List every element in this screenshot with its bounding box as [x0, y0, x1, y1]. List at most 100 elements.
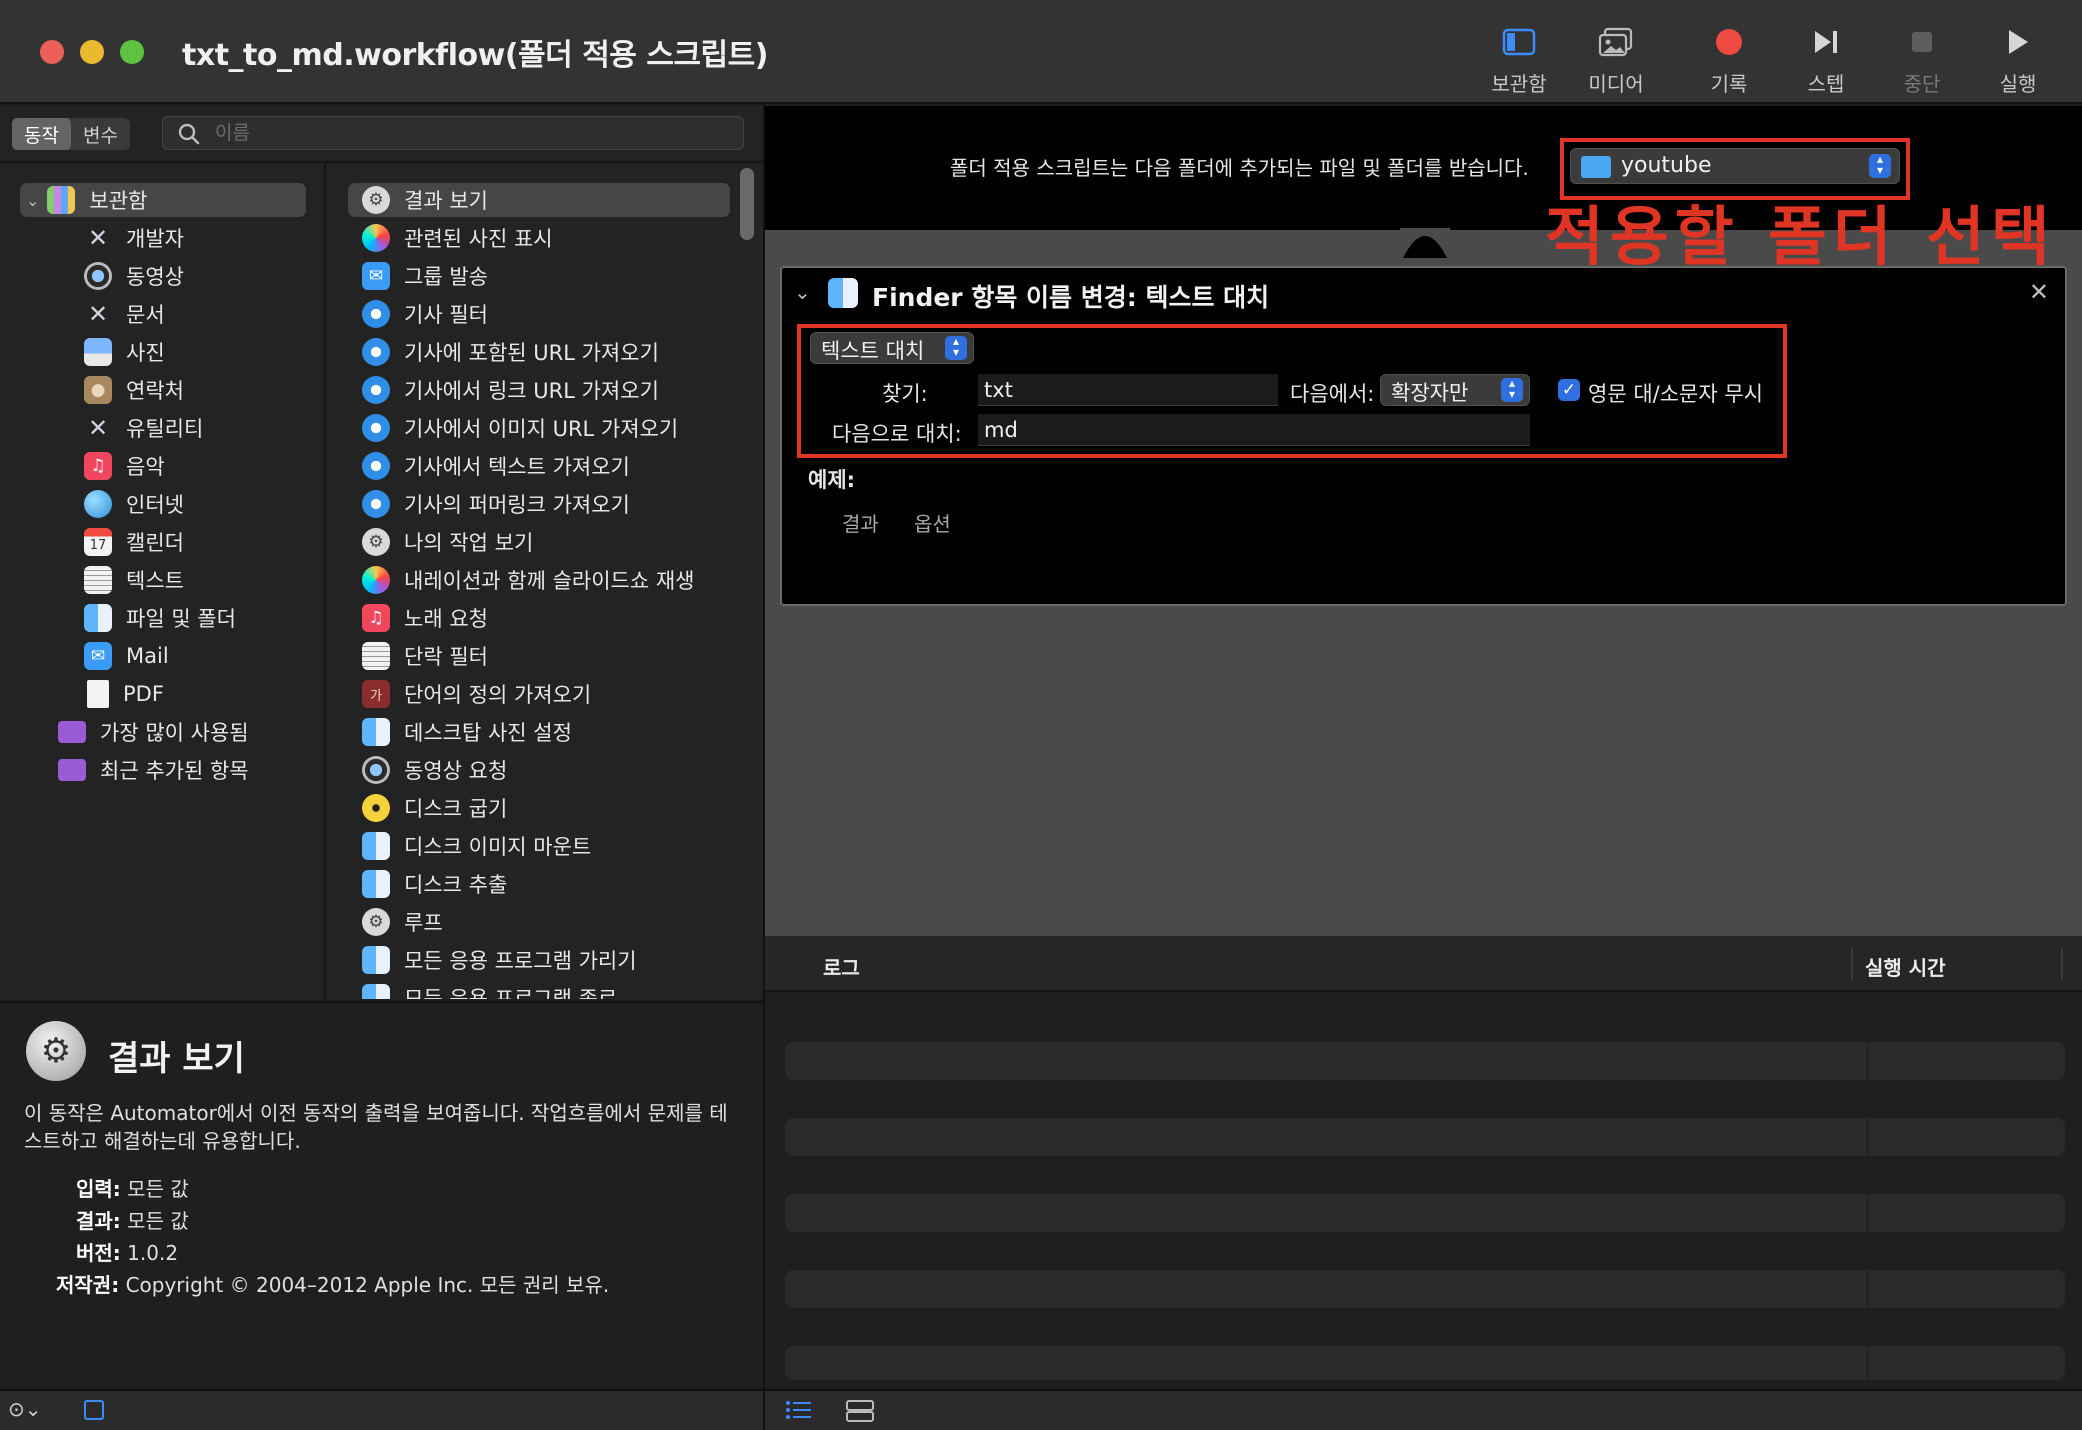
action-item[interactable]: 기사의 퍼머링크 가져오기: [362, 487, 630, 521]
action-item[interactable]: ✉ 그룹 발송: [362, 259, 488, 293]
title-bar: txt_to_md.workflow(폴더 적용 스크립트) 보관함 미디어 기…: [0, 0, 2082, 104]
description-input: 입력: 모든 값: [76, 1177, 189, 1201]
action-list-scrollbar[interactable]: [740, 168, 754, 240]
toolbar-library-button[interactable]: 보관함: [1474, 22, 1564, 98]
ignore-case-checkbox[interactable]: ✓: [1558, 379, 1580, 401]
toolbar-stop-button[interactable]: 중단: [1877, 22, 1967, 98]
close-icon[interactable]: ✕: [2029, 278, 2049, 306]
category-item-calendar[interactable]: 17 캘린더: [84, 525, 184, 559]
action-item[interactable]: 데스크탑 사진 설정: [362, 715, 572, 749]
list-view-icon[interactable]: [785, 1399, 813, 1425]
action-item[interactable]: ⚙ 루프: [362, 905, 443, 939]
description-toggle-icon[interactable]: [84, 1400, 104, 1420]
split-view-icon[interactable]: [845, 1399, 875, 1427]
photo-icon: [84, 338, 112, 366]
category-item-music[interactable]: ♫ 음악: [84, 449, 165, 483]
toolbar-run-button[interactable]: 실행: [1973, 22, 2063, 98]
mail-icon: ✉: [362, 262, 390, 290]
action-item[interactable]: 디스크 이미지 마운트: [362, 829, 591, 863]
category-item-recently-added[interactable]: 최근 추가된 항목: [58, 753, 249, 787]
category-item-developer[interactable]: ✕ 개발자: [84, 221, 184, 255]
category-item-files-folders[interactable]: 파일 및 폴더: [84, 601, 236, 635]
action-item[interactable]: 기사에서 텍스트 가져오기: [362, 449, 630, 483]
log-column-header[interactable]: 로그: [823, 952, 860, 981]
mode-popup[interactable]: 텍스트 대치 ▴ ▾: [810, 332, 974, 364]
quicktime-icon: [84, 262, 112, 290]
more-options-icon[interactable]: ⊙⌄: [8, 1397, 42, 1421]
find-field[interactable]: [978, 374, 1278, 406]
category-item-documents[interactable]: ✕ 문서: [84, 297, 165, 331]
action-item[interactable]: 가 단어의 정의 가져오기: [362, 677, 591, 711]
tab-actions[interactable]: 동작: [12, 118, 71, 150]
action-item[interactable]: 내레이션과 함께 슬라이드쇼 재생: [362, 563, 695, 597]
search-input[interactable]: [215, 120, 715, 146]
action-item[interactable]: 관련된 사진 표시: [362, 221, 553, 255]
action-item[interactable]: 디스크 굽기: [362, 791, 507, 825]
step-icon: [1781, 22, 1871, 62]
workflow-bottom-bar: [765, 1389, 2082, 1430]
action-item[interactable]: 기사에 포함된 URL 가져오기: [362, 335, 659, 369]
category-item-pdf[interactable]: PDF: [84, 677, 164, 711]
category-item-contacts[interactable]: ● 연락처: [84, 373, 184, 407]
column-divider[interactable]: [1851, 948, 1853, 980]
log-row: [785, 1118, 2065, 1156]
finder-icon: [828, 278, 858, 308]
pdf-icon: [87, 680, 109, 708]
tab-options[interactable]: 옵션: [914, 508, 951, 537]
library-pane: 동작 변수 ⌄ 보관함 ✕ 개발자 동영상: [0, 106, 763, 999]
text-icon: [362, 642, 390, 670]
contacts-icon: ●: [84, 376, 112, 404]
log-header: 로그 실행 시간: [765, 936, 2082, 992]
automator-icon: ⚙: [362, 186, 390, 214]
tab-results[interactable]: 결과: [842, 508, 879, 537]
category-item-mail[interactable]: ✉ Mail: [84, 639, 169, 673]
finder-icon: [362, 984, 390, 999]
category-item-photos[interactable]: 사진: [84, 335, 165, 369]
globe-icon: [84, 490, 112, 518]
replace-input[interactable]: [978, 414, 1530, 445]
description-title: 결과 보기: [108, 1039, 245, 1079]
workflow-header-text: 폴더 적용 스크립트는 다음 폴더에 추가되는 파일 및 폴더를 받습니다.: [950, 156, 1529, 180]
library-bottom-bar: ⊙⌄: [0, 1389, 763, 1430]
action-item[interactable]: ⚙ 나의 작업 보기: [362, 525, 533, 559]
action-item[interactable]: 단락 필터: [362, 639, 488, 673]
action-item[interactable]: 디스크 추출: [362, 867, 507, 901]
chevron-updown-icon: ▴ ▾: [1501, 377, 1523, 402]
close-window-button[interactable]: [40, 40, 64, 64]
action-item[interactable]: 모든 응용 프로그램 종료: [362, 981, 617, 999]
category-item-video[interactable]: 동영상: [84, 259, 184, 293]
action-item[interactable]: 기사에서 이미지 URL 가져오기: [362, 411, 678, 445]
run-icon: [1973, 22, 2063, 62]
column-divider[interactable]: [2061, 948, 2063, 980]
action-item[interactable]: ⚙ 결과 보기: [348, 183, 730, 217]
category-item-utilities[interactable]: ✕ 유틸리티: [84, 411, 203, 445]
toolbar-media-button[interactable]: 미디어: [1571, 22, 1661, 98]
stop-icon: [1877, 22, 1967, 62]
description-text: 이 동작은 Automator에서 이전 동작의 출력을 보여줍니다. 작업흐름…: [24, 1101, 728, 1153]
category-item-internet[interactable]: 인터넷: [84, 487, 184, 521]
minimize-window-button[interactable]: [80, 40, 104, 64]
action-item[interactable]: 기사 필터: [362, 297, 488, 331]
tab-variables[interactable]: 변수: [71, 118, 130, 150]
action-item[interactable]: ♫ 노래 요청: [362, 601, 488, 635]
category-item-library[interactable]: ⌄ 보관함: [20, 183, 306, 217]
duration-column-header[interactable]: 실행 시간: [1865, 952, 1946, 981]
replace-field[interactable]: [978, 414, 1530, 446]
smart-folder-icon: [58, 721, 86, 743]
burn-icon: [362, 794, 390, 822]
toolbar-record-button[interactable]: 기록: [1684, 22, 1774, 98]
automator-icon: ⚙: [26, 1021, 86, 1081]
library-search: [162, 116, 744, 150]
zoom-window-button[interactable]: [120, 40, 144, 64]
scope-popup[interactable]: 확장자만 ▴ ▾: [1380, 374, 1530, 406]
find-input[interactable]: [978, 374, 1278, 405]
action-item[interactable]: 기사에서 링크 URL 가져오기: [362, 373, 659, 407]
toolbar-step-button[interactable]: 스텝: [1781, 22, 1871, 98]
action-item[interactable]: 동영상 요청: [362, 753, 507, 787]
record-icon: [1684, 22, 1774, 62]
disclosure-chevron-icon[interactable]: ⌄: [26, 191, 39, 210]
category-item-text[interactable]: 텍스트: [84, 563, 184, 597]
collapse-chevron-icon[interactable]: ⌄: [794, 280, 811, 304]
action-item[interactable]: 모든 응용 프로그램 가리기: [362, 943, 637, 977]
category-item-most-used[interactable]: 가장 많이 사용됨: [58, 715, 249, 749]
